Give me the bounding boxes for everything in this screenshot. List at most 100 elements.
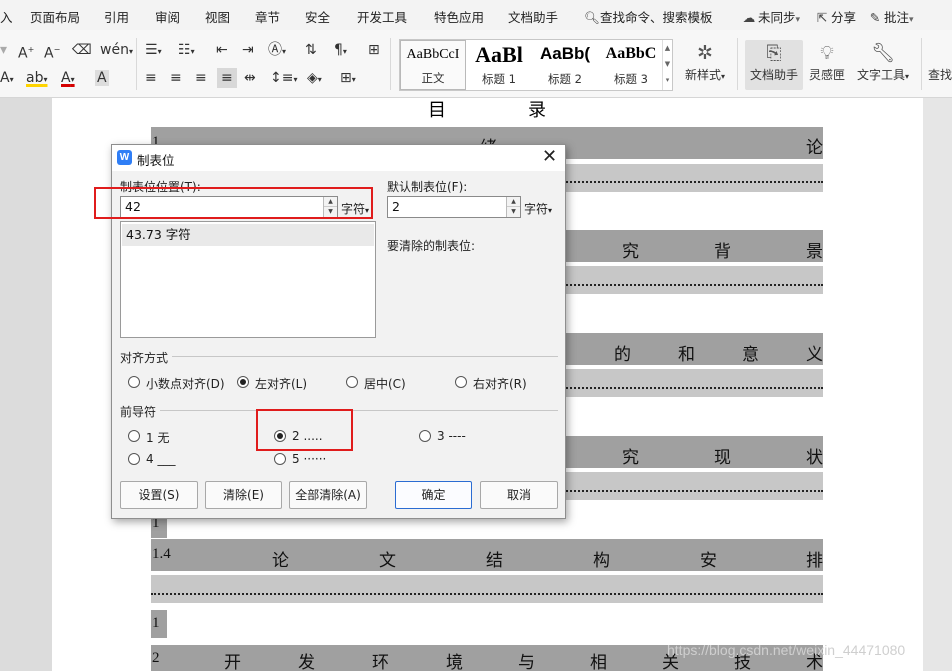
align-right-icon[interactable]: ≡ [195,70,207,86]
default-tab-unit-dropdown[interactable]: 字符▾ [524,200,552,217]
leader-middot-radio[interactable] [274,453,286,465]
align-left-radio[interactable] [237,376,249,388]
align-right-radio[interactable] [455,376,467,388]
menu-item-references[interactable]: 引用 [104,7,129,26]
leader-underline-radio[interactable] [128,453,140,465]
pinyin-guide-icon[interactable]: wén▾ [100,42,133,60]
show-marks-icon[interactable]: ¶▾ [334,42,347,60]
style-heading-3[interactable]: AaBbC 标题 3 [598,40,664,90]
sync-status[interactable]: ☁ 未同步▾ [742,7,800,26]
style-heading-2[interactable]: AaBb( 标题 2 [532,40,598,90]
align-decimal-label[interactable]: 小数点对齐(D) [146,375,225,392]
default-tab-stepper[interactable]: ▲ ▼ [506,197,520,217]
tab-stops-list[interactable]: 43.73 字符 [120,221,376,338]
close-icon[interactable]: ✕ [542,147,557,167]
find-label: 查找 [928,68,952,82]
toc-char: 文 [379,551,396,570]
menu-item-special-apps[interactable]: 特色应用 [434,7,484,26]
clear-tabs-label: 要清除的制表位: [387,239,476,253]
dropdown-fragment-icon[interactable]: ▾ [0,42,7,58]
char-shading-icon[interactable]: A [95,70,109,86]
menu-item-doc-assistant[interactable]: 文档助手 [508,7,558,26]
toc-char: 论 [272,551,289,570]
share-button[interactable]: ⇱ 分享 [815,7,856,26]
doc-assistant-button[interactable]: ⎘ 文档助手 [745,40,803,90]
default-tab-input[interactable]: 2 [387,196,521,218]
leader-middot-label[interactable]: 5 ······ [292,452,326,466]
align-decimal-radio[interactable] [128,376,140,388]
leader-dashes-radio[interactable] [419,430,431,442]
list-item[interactable]: 43.73 字符 [122,224,374,246]
styles-scroll[interactable]: ▲ ▼ ▾ [662,40,672,90]
text-tools-button[interactable]: 🔧︎ 文字工具▾ [853,40,913,90]
toc-char: 现 [714,448,731,467]
chevron-down-icon: ▾ [909,15,914,25]
menu-item-security[interactable]: 安全 [305,7,330,26]
group-divider [160,410,558,411]
cloud-icon: ☁ [742,10,756,25]
ribbon-separator [390,38,391,90]
ribbon-separator [136,38,137,90]
style-heading-2-label: 标题 2 [548,72,582,86]
toc-char: 义 [806,345,823,364]
shading-icon[interactable]: ◈▾ [307,70,322,88]
find-button[interactable]: 查找 [928,40,952,90]
align-center-icon[interactable]: ≡ [170,70,182,86]
clear-all-button[interactable]: 全部清除(A) [289,481,367,509]
toc-char: 论 [806,138,823,157]
command-search[interactable]: 🔍︎查找命令、搜索模板 [584,7,713,26]
style-normal[interactable]: AaBbCcI 正文 [400,40,466,90]
distributed-align-icon[interactable]: ⇹ [244,70,256,86]
line-spacing-icon[interactable]: ↕≡▾ [270,70,297,88]
align-center-label[interactable]: 居中(C) [364,375,406,392]
menu-item-view[interactable]: 视图 [205,7,230,26]
menu-item-fragment[interactable]: 入 [0,7,13,26]
toc-title-char-2: 录 [528,100,546,120]
new-style-button[interactable]: ✲ 新样式▾ [680,40,730,90]
menu-item-page-layout[interactable]: 页面布局 [30,7,80,26]
comment-button-text: 批注 [884,10,910,25]
grow-font-icon[interactable]: A+ [18,42,34,62]
numbered-list-icon[interactable]: ☷▾ [178,42,195,60]
font-color-icon[interactable]: A▾ [61,70,75,88]
text-direction-icon[interactable]: Ⓐ▾ [268,42,286,60]
decrease-indent-icon[interactable]: ⇤ [216,42,228,58]
justify-icon[interactable]: ≡ [217,68,237,88]
highlight-color-icon[interactable]: ab▾ [26,70,47,88]
align-left-label[interactable]: 左对齐(L) [255,375,307,392]
menu-item-chapter[interactable]: 章节 [255,7,280,26]
align-right-label[interactable]: 右对齐(R) [473,375,527,392]
align-left-icon[interactable]: ≡ [145,70,157,86]
bullet-list-icon[interactable]: ☰▾ [145,42,162,60]
toc-char: 结 [486,551,503,570]
toc-char: 景 [806,242,823,261]
style-heading-1[interactable]: AaBl 标题 1 [466,40,532,90]
leader-none-label[interactable]: 1 无 [146,429,169,446]
inspiration-button[interactable]: 💡︎ 灵感匣 [806,40,848,90]
menu-item-dev-tools[interactable]: 开发工具 [357,7,407,26]
leader-dashes-label[interactable]: 3 ---- [437,429,466,443]
table-grid-icon[interactable]: ⊞ [368,42,380,58]
borders-icon[interactable]: ⊞▾ [340,70,356,88]
text-effect-icon[interactable]: A▾ [0,70,14,88]
set-button[interactable]: 设置(S) [120,481,198,509]
toc-char: 和 [678,345,695,364]
increase-indent-icon[interactable]: ⇥ [242,42,254,58]
toc-char: 背 [714,242,731,261]
leader-none-radio[interactable] [128,430,140,442]
shrink-font-icon[interactable]: A− [44,42,60,62]
clear-button[interactable]: 清除(E) [205,481,282,509]
stepper-down-icon[interactable]: ▼ [507,207,520,217]
sort-icon[interactable]: ⇅ [305,42,317,58]
clear-format-icon[interactable]: ⌫ [72,42,92,58]
dialog-title-bar[interactable]: W 制表位 ✕ [112,145,565,171]
unit-label: 字符 [524,202,549,216]
stepper-up-icon[interactable]: ▲ [507,197,520,207]
align-center-radio[interactable] [346,376,358,388]
menu-item-review[interactable]: 审阅 [155,7,180,26]
leader-underline-label[interactable]: 4 ___ [146,452,175,466]
cancel-button[interactable]: 取消 [480,481,558,509]
comment-button[interactable]: ✎ 批注▾ [868,7,914,26]
toc-char: 环 [372,653,389,671]
ok-button[interactable]: 确定 [395,481,472,509]
